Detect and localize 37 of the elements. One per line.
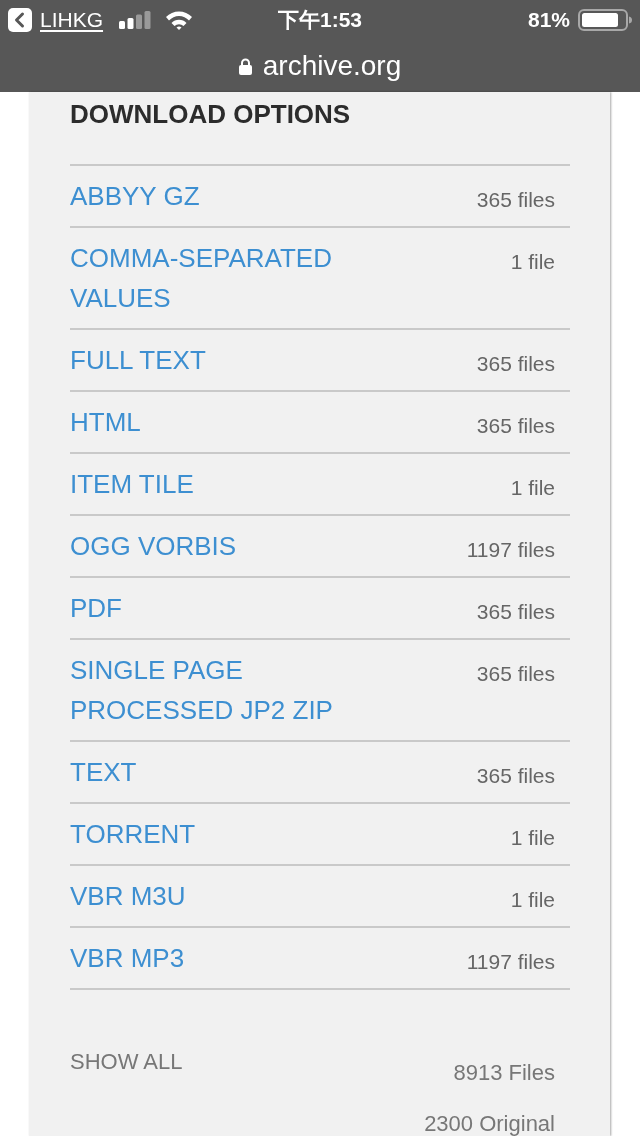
back-to-app-link[interactable]: LIHKG [40,8,104,32]
download-format-link[interactable]: TORRENT [70,814,196,854]
download-format-link[interactable]: FULL TEXT [70,340,206,380]
battery-percentage: 81% [527,8,570,32]
download-format-link[interactable]: VBR M3U [70,876,186,916]
address-url[interactable]: archive.org [262,50,402,82]
section-title: DOWNLOAD OPTIONS [70,98,352,131]
battery-icon [578,9,632,31]
download-format-link[interactable]: HTML [70,402,141,442]
download-format-link[interactable]: ABBYY GZ [70,176,200,216]
download-format-link[interactable]: TEXT [70,752,137,792]
file-count: 1197 files [466,949,555,975]
back-chevron-icon[interactable] [8,8,32,32]
download-format-link[interactable]: COMMA-SEPARATED VALUES [70,238,380,318]
file-total: 8913 Files [453,1062,555,1084]
file-count: 365 files [476,351,555,377]
lock-icon [238,57,252,75]
file-count: 365 files [476,599,555,625]
download-format-link[interactable]: PDF [70,588,122,628]
download-format-link[interactable]: SINGLE PAGE PROCESSED JP2 ZIP [70,650,380,730]
file-count: 1 file [510,825,555,851]
file-count: 1 file [510,887,555,913]
download-format-link[interactable]: ITEM TILE [70,464,194,504]
file-count: 365 files [476,187,555,213]
show-all-link[interactable]: SHOW ALL [70,1047,183,1077]
file-count: 1197 files [466,537,555,563]
file-count: 365 files [476,661,555,687]
file-total: 2300 Original [424,1113,555,1135]
download-format-link[interactable]: OGG VORBIS [70,526,237,566]
signal-bars-icon [119,11,152,29]
download-format-link[interactable]: VBR MP3 [70,938,185,978]
file-count: 1 file [510,249,555,275]
wifi-icon [165,10,194,30]
file-count: 365 files [476,413,555,439]
file-count: 1 file [510,475,555,501]
status-time: 下午1:53 [278,7,362,33]
file-count: 365 files [476,763,555,789]
